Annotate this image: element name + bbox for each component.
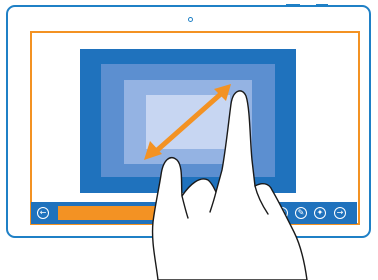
gesture-overlay <box>144 84 308 280</box>
zoom-arrow-icon <box>144 84 231 160</box>
hand-icon <box>151 90 308 280</box>
illustration: ← ⚙ ✎ ✦ → <box>0 0 378 280</box>
